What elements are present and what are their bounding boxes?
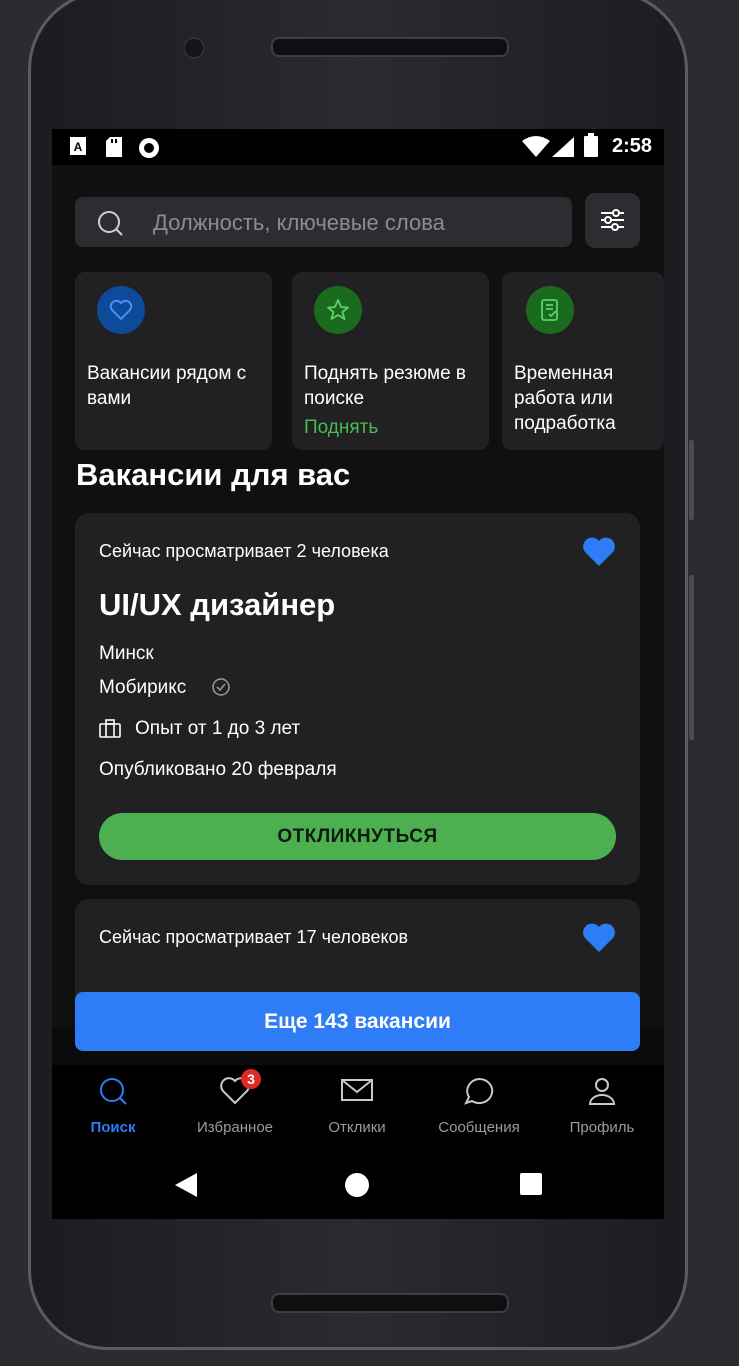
recents-icon[interactable] <box>520 1173 542 1195</box>
sliders-icon <box>601 209 624 231</box>
tab-messages[interactable]: Сообщения <box>429 1065 529 1145</box>
tab-label: Избранное <box>196 1119 274 1136</box>
earpiece-speaker <box>271 37 509 57</box>
quick-card-icon-bg <box>526 286 574 334</box>
verified-check-icon <box>212 678 230 696</box>
power-button[interactable] <box>689 575 694 740</box>
company-name[interactable]: Мобирикс <box>99 677 186 699</box>
person-icon <box>588 1078 616 1105</box>
back-icon[interactable] <box>175 1173 197 1197</box>
tab-label: Сообщения <box>438 1119 520 1136</box>
signal-icon <box>552 137 574 157</box>
document-check-icon <box>541 299 558 321</box>
svg-text:A: A <box>74 140 83 154</box>
section-title: Вакансии для вас <box>76 457 351 492</box>
tab-profile[interactable]: Профиль <box>552 1065 652 1145</box>
quick-card-label: Вакансии рядом с вами <box>87 363 247 409</box>
viewers-count: Сейчас просматривает 17 человеков <box>99 927 409 947</box>
quick-card-icon-bg <box>314 286 362 334</box>
search-icon <box>98 211 123 236</box>
job-title[interactable]: UI/UX дизайнер <box>99 587 335 623</box>
tab-favorites[interactable]: 3 Избранное <box>185 1065 285 1145</box>
chat-bubble-icon <box>464 1077 494 1105</box>
favorite-heart-icon[interactable] <box>582 923 616 953</box>
viewers-count: Сейчас просматривает 2 человека <box>99 541 389 561</box>
system-nav-bar <box>52 1155 664 1219</box>
apply-button[interactable]: ОТКЛИКНУТЬСЯ <box>99 813 616 860</box>
quick-card-temp-work[interactable]: Временная работа или подработка <box>502 272 664 450</box>
status-time: 2:58 <box>611 135 652 157</box>
home-icon[interactable] <box>345 1173 369 1197</box>
main-content: Вакансии рядом с вами Поднять резюме в п… <box>52 165 664 1027</box>
sd-card-icon <box>106 137 122 157</box>
bottom-speaker <box>271 1293 509 1313</box>
favorite-heart-icon[interactable] <box>582 537 616 567</box>
wifi-icon <box>522 136 550 157</box>
tab-search[interactable]: Поиск <box>63 1065 163 1145</box>
tab-label: Отклики <box>328 1119 386 1136</box>
briefcase-icon <box>99 719 121 738</box>
raise-resume-link[interactable]: Поднять <box>304 417 378 439</box>
status-bar: A 2:58 <box>52 129 664 165</box>
bottom-tab-bar: Поиск 3 Избранное Отклики Сообщения Проф… <box>52 1065 664 1155</box>
phone-screen: A 2:58 Должность, ключевые слова Ваканси… <box>52 129 664 1219</box>
heart-icon <box>109 299 133 321</box>
job-city: Минск <box>99 643 154 664</box>
tab-responses[interactable]: Отклики <box>307 1065 407 1145</box>
search-icon <box>100 1078 127 1105</box>
quick-card-icon-bg <box>97 286 145 334</box>
record-icon <box>139 138 159 158</box>
quick-card-raise-resume[interactable]: Поднять резюме в поиске Поднять <box>292 272 489 450</box>
tab-label: Поиск <box>90 1119 136 1136</box>
favorites-badge: 3 <box>241 1069 261 1089</box>
envelope-icon <box>341 1079 373 1101</box>
filter-button[interactable] <box>585 193 640 248</box>
search-bar[interactable] <box>75 197 572 247</box>
quick-card-label: Поднять резюме в поиске <box>304 363 467 409</box>
app-a-icon: A <box>70 137 86 155</box>
published-date: Опубликовано 20 февраля <box>99 759 337 780</box>
more-vacancies-button[interactable]: Еще 143 вакансии <box>75 992 640 1051</box>
tab-label: Профиль <box>569 1119 635 1136</box>
quick-card-nearby[interactable]: Вакансии рядом с вами <box>75 272 272 450</box>
battery-icon <box>584 133 598 157</box>
front-camera <box>183 37 205 59</box>
vacancy-card[interactable]: Сейчас просматривает 2 человека UI/UX ди… <box>75 513 640 885</box>
star-icon <box>327 299 349 320</box>
quick-card-label: Временная работа или подработка <box>514 363 616 434</box>
search-input[interactable] <box>151 209 555 237</box>
volume-button[interactable] <box>689 440 694 520</box>
experience-requirement: Опыт от 1 до 3 лет <box>135 718 301 739</box>
